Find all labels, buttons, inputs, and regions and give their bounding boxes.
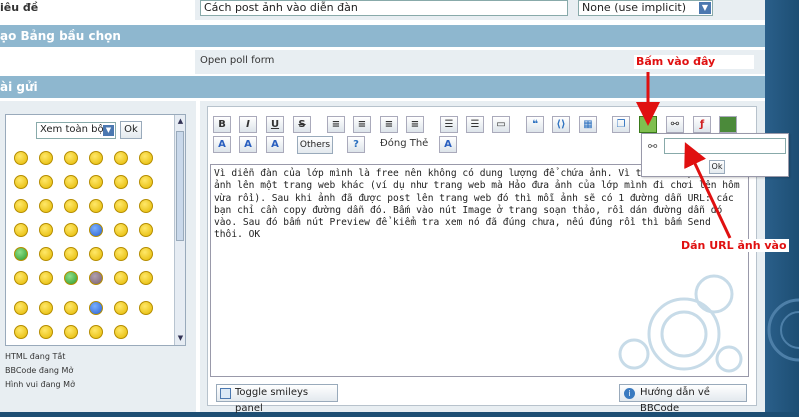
smiley-icon[interactable] bbox=[39, 247, 53, 261]
scroll-up-icon[interactable]: ▲ bbox=[176, 117, 185, 126]
arrow-to-url-input bbox=[684, 142, 732, 239]
smiley-icon[interactable] bbox=[114, 325, 128, 339]
smiley-icon[interactable] bbox=[89, 199, 103, 213]
smiley-icon[interactable] bbox=[64, 199, 78, 213]
smiley-icon[interactable] bbox=[14, 151, 28, 165]
align-right-icon[interactable]: ≡ bbox=[380, 116, 398, 133]
smiley-icon[interactable] bbox=[114, 151, 128, 165]
align-justify-icon[interactable]: ≡ bbox=[406, 116, 424, 133]
smiley-icon[interactable] bbox=[14, 223, 28, 237]
close-tags-label[interactable]: Đóng Thẻ bbox=[380, 138, 428, 149]
html-status: HTML đang Tắt bbox=[5, 352, 66, 361]
italic-button[interactable]: I bbox=[239, 116, 257, 133]
smiley-icon[interactable] bbox=[39, 223, 53, 237]
font-face-icon[interactable]: A bbox=[439, 136, 457, 153]
smiley-icon[interactable] bbox=[14, 247, 28, 261]
smiley-icon[interactable] bbox=[89, 247, 103, 261]
font-size-decrease-icon[interactable]: A bbox=[239, 136, 257, 153]
numbered-list-icon[interactable]: ☰ bbox=[466, 116, 484, 133]
smiley-icon[interactable] bbox=[64, 151, 78, 165]
smiley-icon[interactable] bbox=[14, 175, 28, 189]
bullet-list-icon[interactable]: ☰ bbox=[440, 116, 458, 133]
smilies-status: Hình vui đang Mở bbox=[5, 380, 75, 389]
smiley-icon[interactable] bbox=[114, 199, 128, 213]
title-input[interactable]: Cách post ảnh vào diễn đàn bbox=[200, 0, 568, 16]
smilies-scrollbar[interactable]: ▲ ▼ bbox=[174, 115, 185, 345]
code-icon[interactable]: ⟨⟩ bbox=[552, 116, 570, 133]
align-left-icon[interactable]: ≡ bbox=[327, 116, 345, 133]
annotation-arrows bbox=[636, 72, 732, 239]
smiley-icon[interactable] bbox=[139, 223, 153, 237]
smiley-icon[interactable] bbox=[89, 301, 103, 315]
underline-button[interactable]: U bbox=[266, 116, 284, 133]
smiley-icon[interactable] bbox=[14, 271, 28, 285]
smiley-icon[interactable] bbox=[64, 223, 78, 237]
smiley-icon[interactable] bbox=[139, 199, 153, 213]
smiley-icon[interactable] bbox=[64, 301, 78, 315]
smiley-icon[interactable] bbox=[14, 199, 28, 213]
smilies-ok-button[interactable]: Ok bbox=[120, 121, 142, 139]
info-icon: i bbox=[624, 388, 635, 399]
smiley-icon[interactable] bbox=[114, 271, 128, 285]
bold-button[interactable]: B bbox=[213, 116, 231, 133]
open-poll-link[interactable]: Open poll form bbox=[200, 55, 274, 66]
help-icon[interactable]: ? bbox=[347, 136, 365, 153]
smiley-icon[interactable] bbox=[139, 301, 153, 315]
chevron-down-icon: ▼ bbox=[699, 2, 711, 14]
smiley-icon[interactable] bbox=[64, 247, 78, 261]
smiley-icon[interactable] bbox=[139, 271, 153, 285]
smiley-icon[interactable] bbox=[89, 325, 103, 339]
quote-icon[interactable]: ❝ bbox=[526, 116, 544, 133]
smilies-grid bbox=[14, 151, 164, 347]
smiley-icon[interactable] bbox=[89, 271, 103, 285]
smiley-icon[interactable] bbox=[39, 325, 53, 339]
smiley-icon[interactable] bbox=[64, 175, 78, 189]
smiley-icon[interactable] bbox=[89, 175, 103, 189]
strike-button[interactable]: S bbox=[293, 116, 311, 133]
bbcode-status: BBCode đang Mở bbox=[5, 366, 74, 375]
title-label: iêu đề bbox=[0, 1, 39, 14]
smiley-icon[interactable] bbox=[39, 199, 53, 213]
smiley-icon[interactable] bbox=[89, 223, 103, 237]
toggle-smileys-button[interactable]: Toggle smileys panel bbox=[216, 384, 338, 414]
others-button[interactable]: Others bbox=[297, 136, 333, 154]
align-center-icon[interactable]: ≡ bbox=[353, 116, 371, 133]
smiley-icon[interactable] bbox=[39, 271, 53, 285]
font-color-icon[interactable]: A bbox=[266, 136, 284, 153]
smiley-icon[interactable] bbox=[14, 301, 28, 315]
font-size-increase-icon[interactable]: A bbox=[213, 136, 231, 153]
smilies-select[interactable]: Xem toàn bộ ▼ bbox=[36, 122, 116, 139]
smiley-icon[interactable] bbox=[114, 175, 128, 189]
smiley-icon[interactable] bbox=[39, 151, 53, 165]
bbcode-help-button[interactable]: i Hướng dẫn về BBCode bbox=[619, 384, 747, 414]
smiley-icon[interactable] bbox=[114, 223, 128, 237]
smiley-icon[interactable] bbox=[139, 247, 153, 261]
table-icon[interactable]: ▦ bbox=[579, 116, 597, 133]
panel-icon bbox=[220, 388, 231, 399]
post-icon-select-value: None (use implicit) bbox=[582, 1, 687, 14]
smilies-panel: Xem toàn bộ ▼ Ok ▲ ▼ bbox=[5, 114, 186, 346]
smiley-icon[interactable] bbox=[114, 301, 128, 315]
smiley-icon[interactable] bbox=[139, 175, 153, 189]
smiley-icon[interactable] bbox=[64, 271, 78, 285]
smiley-icon[interactable] bbox=[89, 151, 103, 165]
smiley-icon[interactable] bbox=[64, 325, 78, 339]
smiley-icon[interactable] bbox=[139, 151, 153, 165]
smiley-icon[interactable] bbox=[114, 247, 128, 261]
horizontal-rule-icon[interactable]: ▭ bbox=[492, 116, 510, 133]
chevron-down-icon: ▼ bbox=[103, 125, 114, 136]
smiley-icon[interactable] bbox=[39, 175, 53, 189]
smiley-icon[interactable] bbox=[39, 301, 53, 315]
smiley-icon[interactable] bbox=[14, 325, 28, 339]
scroll-down-icon[interactable]: ▼ bbox=[176, 334, 185, 343]
smilies-select-value: Xem toàn bộ bbox=[40, 124, 104, 135]
poll-section-header: ạo Bảng bầu chọn bbox=[0, 25, 765, 47]
scroll-thumb[interactable] bbox=[176, 131, 184, 241]
post-icon-select[interactable]: None (use implicit) ▼ bbox=[578, 0, 713, 16]
